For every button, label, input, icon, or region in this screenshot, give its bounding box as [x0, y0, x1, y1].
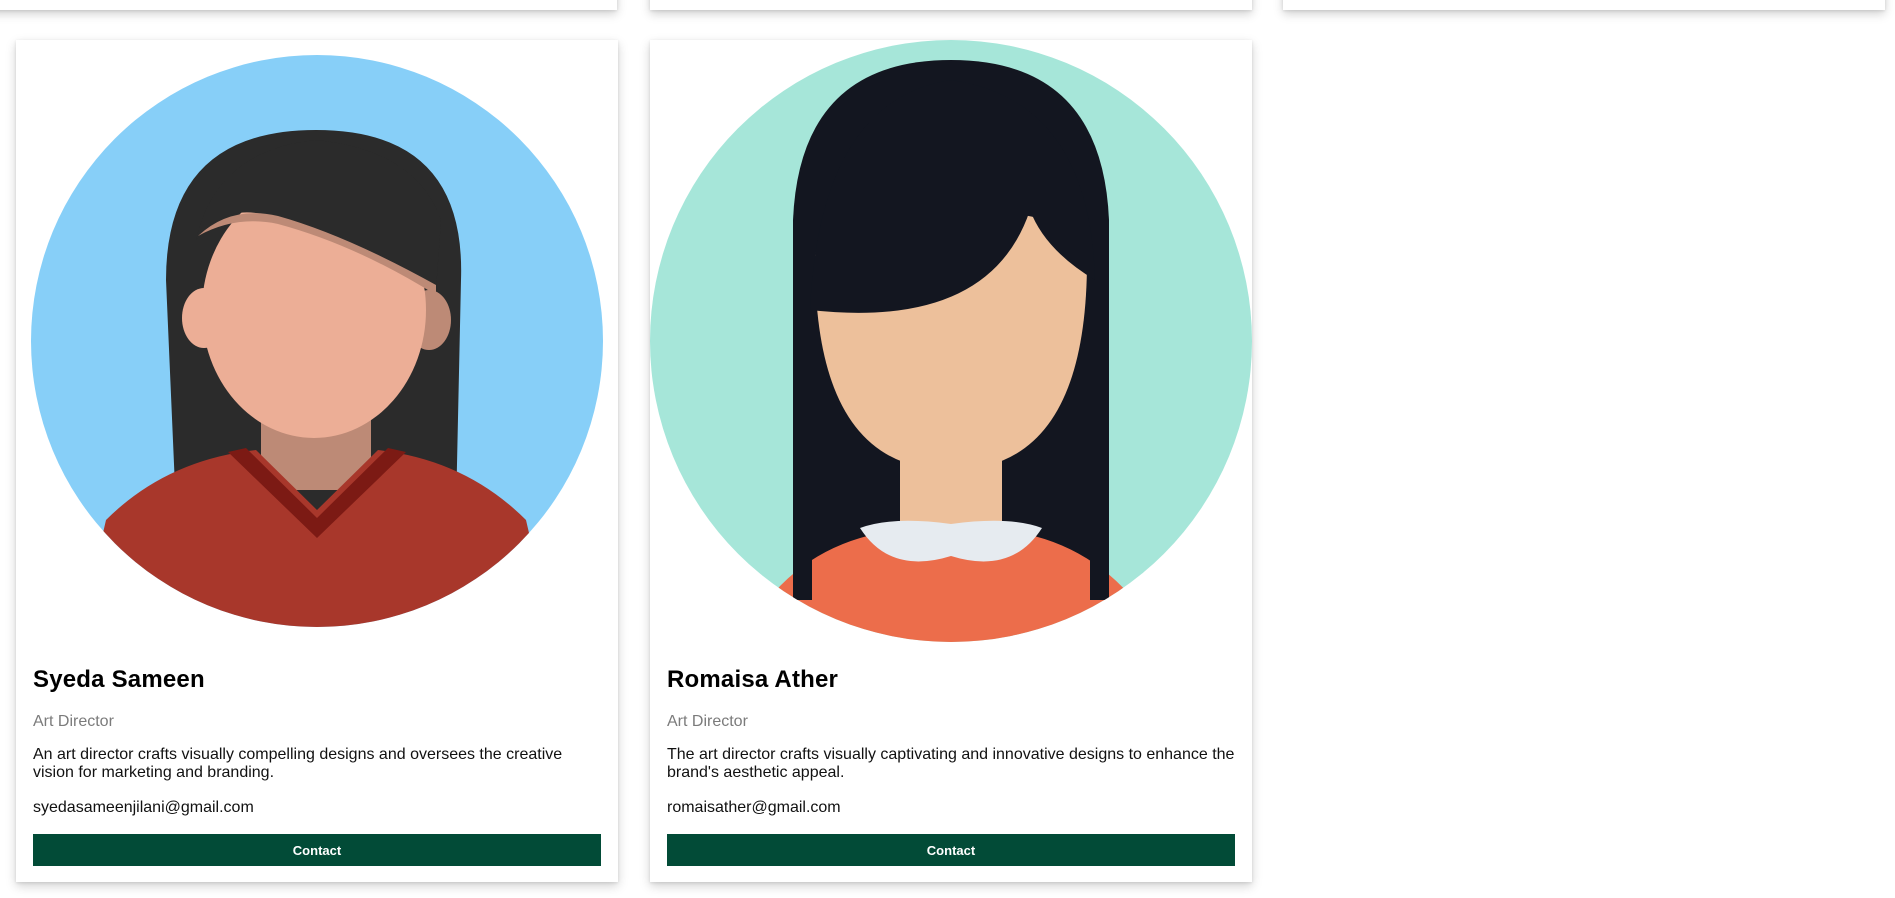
team-card: Romaisa Ather Art Director The art direc…	[650, 40, 1252, 882]
member-role: Art Director	[33, 713, 114, 730]
member-description: The art director crafts visually captiva…	[667, 746, 1235, 781]
member-role: Art Director	[667, 713, 748, 730]
team-card-partial	[1283, 0, 1885, 10]
avatar	[16, 40, 618, 650]
team-card-partial	[650, 0, 1252, 10]
member-name: Syeda Sameen	[33, 666, 205, 693]
contact-button[interactable]: Contact	[33, 834, 601, 866]
member-email: syedasameenjilani@gmail.com	[33, 799, 254, 816]
woman-avatar-icon	[650, 40, 1252, 642]
avatar	[650, 40, 1252, 650]
team-card-partial	[0, 0, 617, 10]
member-email: romaisather@gmail.com	[667, 799, 841, 816]
team-card: Syeda Sameen Art Director An art directo…	[16, 40, 618, 882]
card-info: Romaisa Ather Art Director The art direc…	[667, 660, 1235, 866]
member-description: An art director crafts visually compelli…	[33, 746, 563, 781]
team-grid: Syeda Sameen Art Director An art directo…	[0, 0, 1895, 898]
contact-button[interactable]: Contact	[667, 834, 1235, 866]
card-info: Syeda Sameen Art Director An art directo…	[33, 660, 601, 866]
woman-avatar-icon	[31, 55, 603, 627]
member-name: Romaisa Ather	[667, 666, 839, 693]
